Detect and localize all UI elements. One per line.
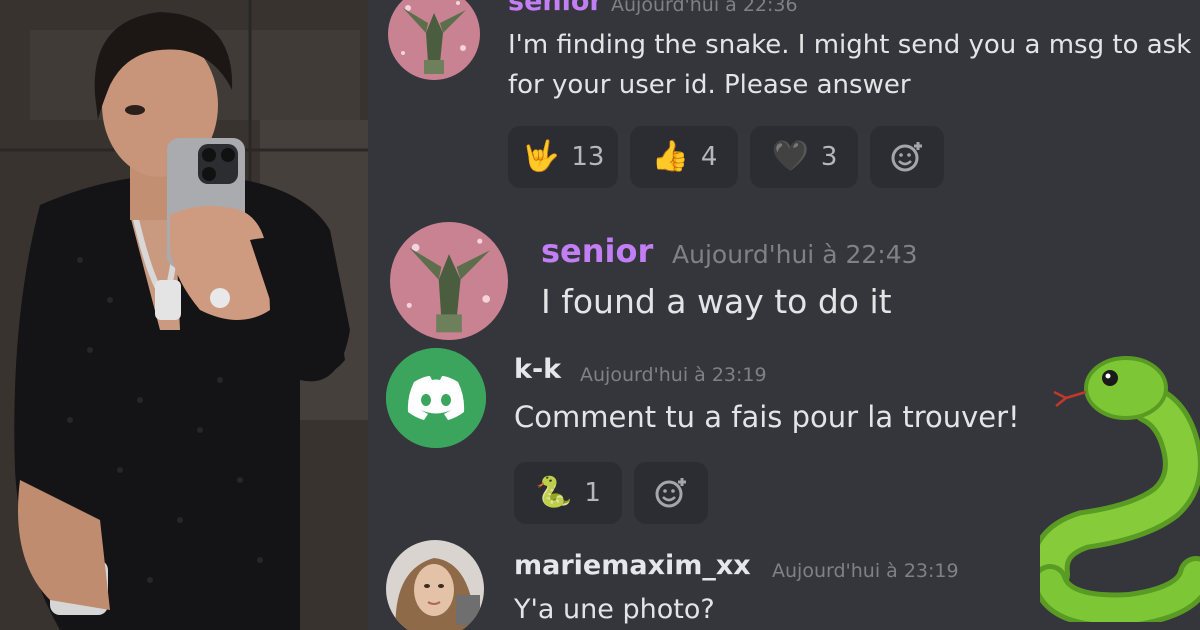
add-reaction-button[interactable] [870, 126, 945, 188]
add-reaction-button[interactable] [634, 462, 708, 524]
message-timestamp: Aujourd'hui à 22:43 [672, 240, 918, 269]
reaction-bar: 🤟 13 👍 4 🖤 3 [508, 126, 945, 188]
discord-chat-panel: senior Aujourd'hui à 22:36 I'm finding t… [368, 0, 1200, 630]
message-text-line: Comment tu a fais pour la trouver! [514, 400, 1020, 434]
reaction-pill[interactable]: 👍 4 [630, 126, 739, 188]
angel-statue-avatar[interactable] [390, 222, 508, 340]
reaction-count: 4 [700, 142, 718, 172]
reaction-count: 1 [584, 478, 601, 508]
composite-image: senior Aujourd'hui à 22:36 I'm finding t… [0, 0, 1200, 630]
reaction-pill[interactable]: 🖤 3 [750, 126, 859, 188]
reaction-bar: 🐍 1 [514, 462, 708, 524]
woman-photo-avatar[interactable] [386, 540, 484, 630]
reaction-count: 13 [571, 142, 605, 172]
angel-statue-avatar[interactable] [388, 0, 480, 80]
message-timestamp: Aujourd'hui à 23:19 [772, 560, 959, 582]
discord-logo-avatar[interactable] [386, 348, 486, 448]
message-author[interactable]: mariemaxim_xx [514, 550, 751, 581]
message-author[interactable]: senior [541, 232, 653, 270]
thumbs-up-icon: 👍 [651, 139, 689, 174]
add-reaction-icon [655, 478, 686, 508]
snake-icon: 🐍 [535, 475, 573, 510]
discord-logo-icon [386, 348, 486, 448]
message-text-line: for your user id. Please answer [508, 70, 911, 100]
reaction-pill[interactable]: 🐍 1 [514, 462, 622, 524]
message-text-line: Y'a une photo? [514, 594, 715, 625]
message-timestamp: Aujourd'hui à 22:36 [611, 0, 798, 16]
rock-hand-icon: 🤟 [522, 139, 560, 174]
reaction-count: 3 [820, 142, 838, 172]
add-reaction-icon [891, 142, 923, 172]
selfie-illustration [0, 0, 368, 630]
message-text-line: I found a way to do it [541, 282, 892, 321]
message-author[interactable]: k-k [514, 354, 561, 385]
message-timestamp: Aujourd'hui à 23:19 [580, 364, 767, 386]
man-mirror-selfie-photo [0, 0, 368, 630]
black-heart-icon: 🖤 [771, 139, 809, 174]
snake-emoji-icon [1040, 356, 1200, 622]
reaction-pill[interactable]: 🤟 13 [508, 126, 619, 188]
message-author[interactable]: senior [508, 0, 603, 17]
message-text-line: I'm finding the snake. I might send you … [508, 30, 1200, 60]
